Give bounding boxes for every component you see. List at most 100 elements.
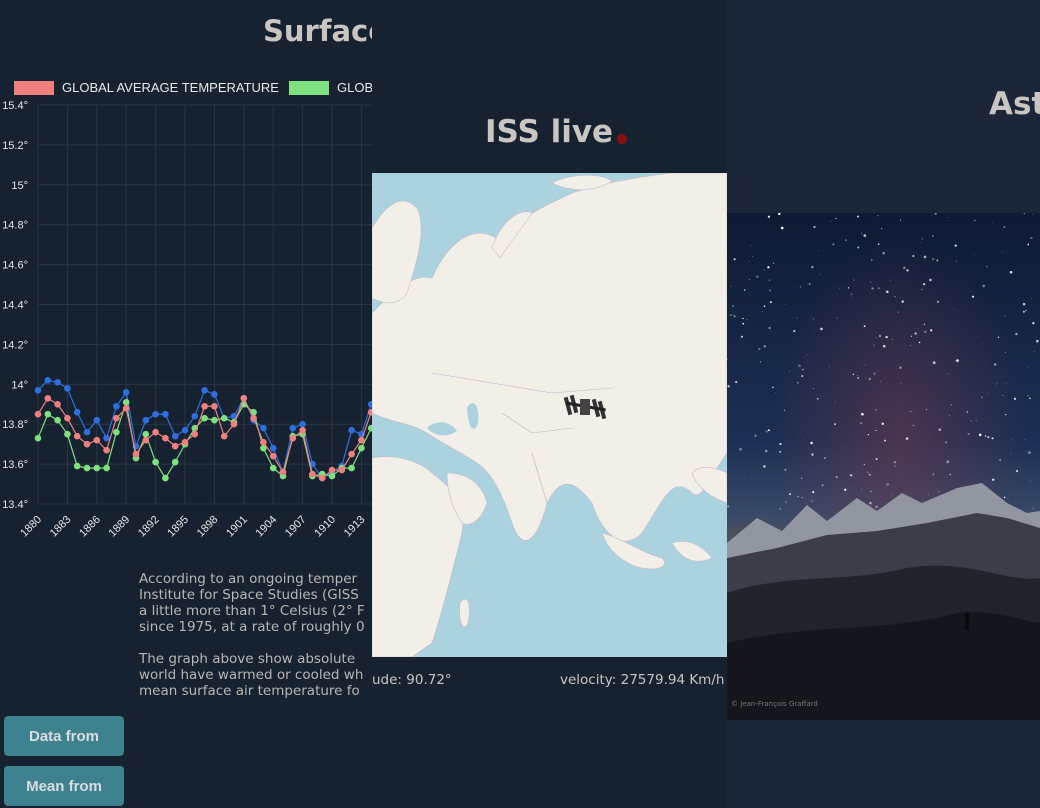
star (839, 287, 841, 289)
star (889, 279, 891, 281)
series-point (34, 386, 42, 394)
star (882, 251, 885, 255)
star (863, 325, 866, 328)
series-point (260, 424, 267, 432)
y-tick-label: 14.8° (2, 220, 28, 232)
star (863, 234, 867, 237)
star (743, 289, 746, 291)
astronomy-title: Astr (989, 86, 1040, 122)
star (886, 290, 889, 294)
star (811, 500, 813, 502)
star (852, 373, 855, 376)
series-point (122, 404, 130, 412)
star (1009, 270, 1013, 274)
series-point (122, 398, 130, 406)
star (746, 319, 748, 321)
iss-world-map[interactable] (372, 173, 727, 657)
star (886, 483, 890, 486)
star (784, 303, 786, 305)
iss-velocity-readout: velocity: 27579.94 Km/h (560, 672, 725, 688)
star (923, 323, 925, 325)
star (938, 428, 942, 432)
legend-item-avg[interactable]: GLOBAL AVERAGE TEMPERATURE (14, 80, 279, 95)
star (921, 288, 923, 291)
data-from-button[interactable]: Data from (4, 716, 124, 756)
star (850, 293, 853, 296)
star (727, 505, 730, 508)
star (865, 364, 867, 366)
mean-from-button[interactable]: Mean from (4, 766, 124, 806)
star (1032, 322, 1035, 325)
star (863, 463, 866, 466)
star (1030, 236, 1033, 240)
series-point (73, 432, 81, 440)
series-point (83, 428, 91, 436)
star (868, 473, 871, 476)
star (834, 423, 837, 426)
star (1004, 315, 1006, 317)
star (938, 491, 940, 493)
star (899, 366, 902, 369)
star (869, 501, 872, 505)
star (901, 300, 904, 303)
series-point (191, 430, 199, 438)
star (835, 475, 838, 479)
star (931, 235, 934, 237)
star (1003, 226, 1006, 229)
star (885, 335, 888, 339)
series-point (250, 414, 257, 422)
paragraph-1-text: According to an ongoing temper Institute… (139, 571, 365, 635)
star (860, 488, 862, 490)
series-point (201, 414, 208, 422)
series-point (142, 430, 150, 438)
series-point (309, 470, 316, 478)
star (729, 314, 732, 317)
star (924, 330, 927, 334)
x-tick-label: 1898 (195, 514, 221, 540)
iss-title-text: ISS live (485, 114, 614, 150)
star (767, 215, 771, 218)
star (763, 305, 766, 307)
star (847, 287, 850, 289)
star (740, 335, 743, 338)
star (992, 478, 995, 481)
star (934, 213, 937, 215)
star (973, 219, 976, 222)
star (875, 505, 878, 509)
star (779, 442, 782, 446)
y-tick-label: 15.2° (2, 140, 28, 152)
series-point (299, 426, 306, 434)
star (823, 457, 826, 459)
series-point (152, 410, 159, 418)
series-point (44, 377, 52, 384)
star (857, 246, 860, 249)
legend-item-green[interactable]: GLOB (288, 80, 372, 95)
star (954, 244, 957, 247)
star (970, 420, 972, 422)
star (739, 447, 742, 451)
star (992, 221, 994, 223)
star (808, 282, 811, 286)
series-point (103, 434, 110, 442)
astronomy-picture[interactable] (727, 213, 1040, 720)
star (1029, 480, 1031, 482)
star (742, 322, 745, 325)
star (812, 318, 815, 320)
series-point (162, 410, 169, 418)
star (860, 422, 863, 425)
star (798, 364, 801, 368)
star (875, 458, 878, 460)
star (763, 465, 766, 468)
iss-longitude-readout: ude: 90.72° (372, 672, 452, 688)
star (909, 410, 912, 413)
star (818, 249, 820, 251)
legend-swatch-avg (14, 80, 54, 95)
star (993, 363, 997, 366)
star (1002, 394, 1004, 396)
star (971, 295, 975, 298)
series-point (132, 450, 140, 458)
series-point (54, 416, 61, 424)
star (742, 317, 744, 320)
star (1011, 438, 1013, 440)
x-tick-label: 1880 (18, 514, 44, 540)
